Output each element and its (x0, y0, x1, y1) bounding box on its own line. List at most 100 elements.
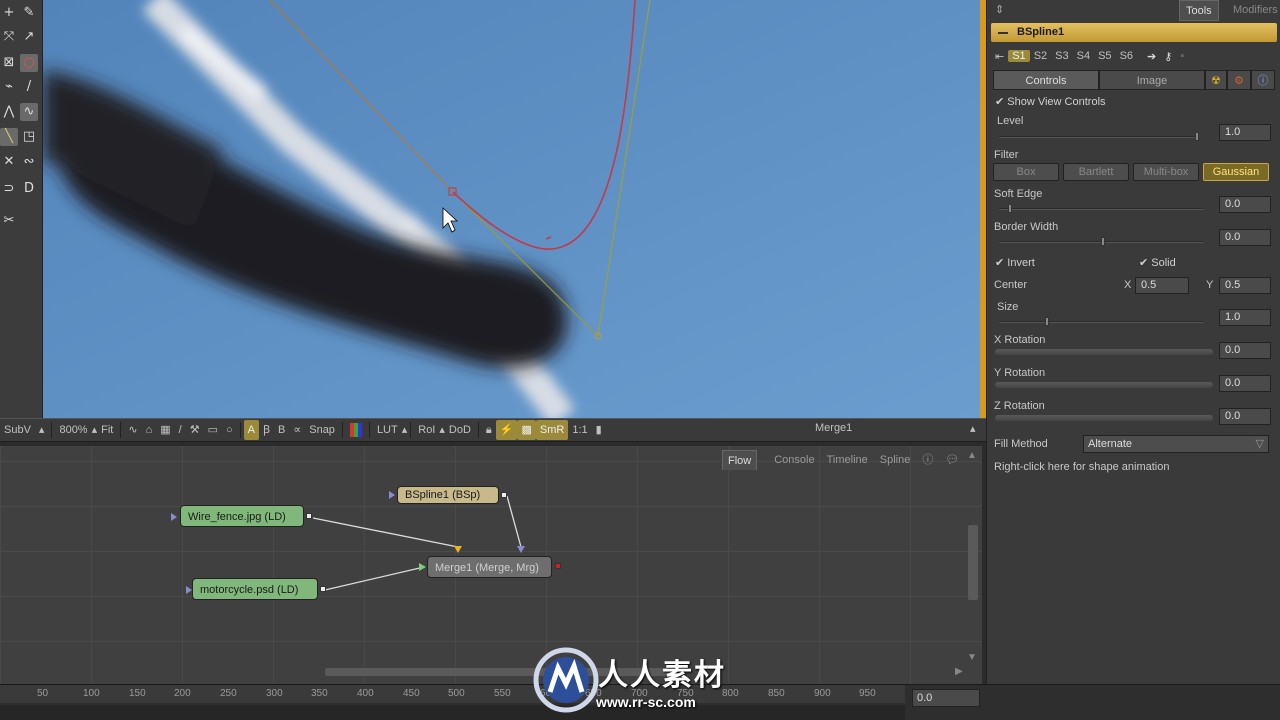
x-rotation-slider[interactable] (995, 349, 1213, 355)
text-ab-icon[interactable]: Ꞵ (259, 420, 274, 440)
smr-button[interactable]: SmR (535, 420, 569, 440)
link-icon[interactable]: ∝ (289, 420, 305, 440)
current-time-field[interactable]: 0.0 (912, 689, 980, 707)
flow-vertical-scrollbar[interactable] (968, 525, 978, 600)
tab-modifiers[interactable]: Modifiers (1227, 0, 1280, 21)
text-a-icon[interactable]: A (243, 420, 259, 440)
tool-header[interactable]: BSpline1 (991, 23, 1277, 42)
panel-menu-icon[interactable]: ⇕ (989, 0, 1010, 21)
select-icon[interactable]: ⤧ (0, 28, 18, 46)
node-bspline[interactable]: BSpline1 (BSp) (397, 486, 499, 504)
shape-s4[interactable]: S4 (1073, 50, 1094, 62)
border-width-value[interactable]: 0.0 (1219, 229, 1271, 246)
center-y-value[interactable]: 0.5 (1219, 277, 1271, 294)
level-value[interactable]: 1.0 (1219, 124, 1271, 141)
shape-s3[interactable]: S3 (1051, 50, 1072, 62)
tab-tools[interactable]: Tools (1179, 0, 1219, 21)
output-port[interactable] (306, 513, 312, 519)
tab-controls[interactable]: Controls (993, 70, 1099, 90)
paint-icon[interactable]: / (175, 420, 186, 440)
pointer-edit-icon[interactable]: ↗ (20, 28, 38, 46)
circle-icon[interactable]: ○ (222, 420, 237, 440)
wand-icon[interactable]: ⚒ (186, 420, 204, 440)
add-tool-icon[interactable]: + (0, 4, 18, 22)
bspline-icon[interactable]: ∿ (20, 103, 38, 121)
size-value[interactable]: 1.0 (1219, 309, 1271, 326)
output-port[interactable] (501, 492, 507, 498)
collapse-icon[interactable] (998, 32, 1008, 34)
node-wire-fence[interactable]: Wire_fence.jpg (LD) (180, 505, 304, 527)
z-rotation-slider[interactable] (995, 415, 1213, 421)
image-viewer[interactable] (43, 0, 980, 418)
x-rotation-value[interactable]: 0.0 (1219, 342, 1271, 359)
polyline-icon[interactable]: ⋀ (0, 103, 18, 121)
key-icon[interactable]: ⚷ (1160, 50, 1176, 63)
node-motorcycle[interactable]: motorcycle.psd (LD) (192, 578, 318, 600)
d-shape-icon[interactable]: D (20, 180, 38, 198)
info-icon[interactable]: ⓘ (1251, 70, 1275, 90)
shape-s6[interactable]: S6 (1116, 50, 1137, 62)
filter-gaussian[interactable]: Gaussian (1203, 163, 1269, 181)
checker-icon[interactable]: ▩ (517, 420, 536, 440)
filter-bartlett[interactable]: Bartlett (1063, 163, 1129, 181)
smooth-icon[interactable]: ∾ (20, 153, 38, 171)
quality-icon[interactable]: ⚡ (495, 420, 518, 440)
color-channels-icon[interactable] (346, 420, 366, 440)
histogram-icon[interactable]: ▮ (592, 420, 606, 440)
snap-button[interactable]: Snap (305, 420, 339, 440)
gradient-icon[interactable]: ▦ (156, 420, 174, 440)
bold-b-icon[interactable]: B (274, 420, 289, 440)
polyline-view-icon[interactable]: ⌂ (142, 420, 157, 440)
y-rotation-value[interactable]: 0.0 (1219, 375, 1271, 392)
invert-checkbox[interactable]: ✔ Invert (995, 256, 1035, 269)
flow-editor[interactable]: Flow Console Timeline Spline ⓘ 💬︎ Wire_f… (0, 446, 982, 684)
size-slider[interactable] (999, 321, 1203, 323)
show-view-controls-checkbox[interactable]: ✔ Show View Controls (995, 95, 1106, 108)
dod-button[interactable]: DoD (445, 420, 475, 440)
soft-edge-slider[interactable] (999, 208, 1203, 210)
node-merge[interactable]: Merge1 (Merge, Mrg) (427, 556, 552, 578)
bezier-icon[interactable]: ⌁ (0, 78, 18, 96)
shape-animation-hint[interactable]: Right-click here for shape animation (994, 461, 1169, 473)
soft-edge-value[interactable]: 0.0 (1219, 196, 1271, 213)
filter-box[interactable]: Box (993, 163, 1059, 181)
gear-icon[interactable]: ⚙ (1227, 70, 1251, 90)
one-to-one-button[interactable]: 1:1 (568, 420, 591, 440)
shape-icon[interactable]: ⊃ (0, 180, 18, 198)
ellipse-tool-icon[interactable]: ○ (20, 54, 38, 72)
subview-dropdown-icon[interactable]: ▴ (35, 420, 49, 440)
level-slider[interactable] (999, 136, 1199, 138)
level-slider-thumb[interactable] (1195, 132, 1199, 141)
size-thumb[interactable] (1045, 317, 1049, 326)
radioactive-icon[interactable]: ☢ (1205, 70, 1227, 90)
lock-icon[interactable]: 🔒︎ (482, 420, 496, 440)
scroll-right-icon[interactable]: ▶ (955, 666, 963, 677)
merge-output-port[interactable] (555, 563, 561, 569)
center-x-value[interactable]: 0.5 (1135, 277, 1189, 294)
viewer-expand-icon[interactable]: ▴ (970, 422, 976, 435)
output-port[interactable] (320, 586, 326, 592)
shape-s2[interactable]: S2 (1030, 50, 1051, 62)
transform-box-icon[interactable]: ◳ (20, 128, 38, 146)
arrow-right-icon[interactable]: ➔ (1143, 50, 1160, 63)
filter-multi-box[interactable]: Multi-box (1133, 163, 1199, 181)
line-icon[interactable]: / (20, 78, 38, 96)
pin-icon[interactable]: ⇤ (991, 50, 1008, 63)
rectangle-icon[interactable]: ▭ (204, 420, 222, 440)
solid-checkbox[interactable]: ✔ Solid (1139, 256, 1176, 269)
fill-method-select[interactable]: Alternate ▽ (1083, 435, 1269, 453)
soft-edge-thumb[interactable] (1008, 204, 1012, 213)
pen-icon[interactable]: ✎ (20, 4, 38, 22)
roi-button[interactable]: RoI (414, 420, 439, 440)
border-width-thumb[interactable] (1101, 237, 1105, 246)
lut-dropdown-icon[interactable]: ▴ (402, 420, 408, 440)
fit-button[interactable]: Fit (97, 420, 117, 440)
subview-button[interactable]: SubV (0, 420, 35, 440)
scroll-up-icon[interactable]: ▲ (967, 450, 977, 461)
lut-button[interactable]: LUT (373, 420, 402, 440)
shape-s5[interactable]: S5 (1094, 50, 1115, 62)
shape-s1[interactable]: S1 (1008, 50, 1030, 62)
scroll-down-icon[interactable]: ▼ (967, 652, 977, 663)
rect-select-icon[interactable]: ⊠ (0, 54, 18, 72)
draw-spline-icon[interactable]: ╲ (0, 128, 18, 146)
